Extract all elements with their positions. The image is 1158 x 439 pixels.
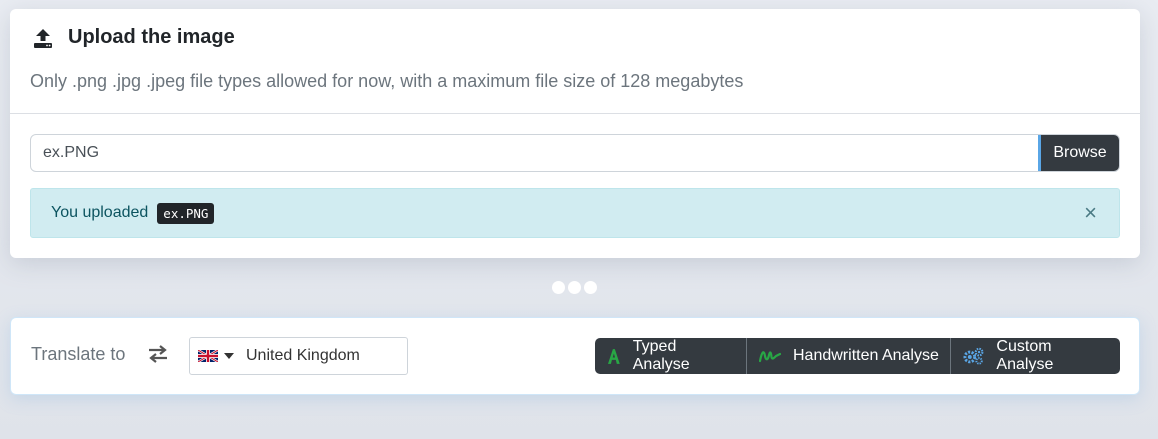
- loading-dot: [568, 281, 581, 294]
- chevron-down-icon[interactable]: [224, 353, 234, 359]
- uk-flag-icon: [198, 350, 218, 362]
- custom-analyse-label: Custom Analyse: [996, 338, 1054, 373]
- translate-card: Translate to United Kingdom Typed Analys…: [10, 317, 1140, 395]
- typed-analyse-button[interactable]: Typed Analyse: [595, 338, 746, 374]
- handwritten-analyse-label: Handwritten Analyse: [793, 347, 939, 364]
- upload-icon: [34, 28, 52, 48]
- loading-dots: [552, 281, 597, 294]
- country-select-value[interactable]: United Kingdom: [246, 347, 360, 365]
- typed-analyse-label: Typed Analyse: [632, 338, 690, 373]
- translate-label: Translate to: [31, 344, 126, 364]
- upload-title-text: Upload the image: [68, 26, 235, 48]
- uploaded-filename-badge: ex.PNG: [157, 202, 215, 224]
- upload-card: Upload the image Only .png .jpg .jpeg fi…: [10, 9, 1140, 258]
- close-icon[interactable]: ×: [1084, 202, 1097, 224]
- analyse-button-group: Typed Analyse Handwritten Analyse Custom…: [595, 338, 1120, 374]
- custom-analyse-button[interactable]: Custom Analyse: [950, 338, 1120, 374]
- file-input[interactable]: ex.PNG Browse: [30, 134, 1120, 172]
- upload-description: Only .png .jpg .jpeg file types allowed …: [30, 71, 744, 91]
- cogs-icon: [963, 347, 984, 365]
- signature-icon: [759, 351, 781, 363]
- upload-alert: You uploaded ex.PNG ×: [30, 188, 1120, 238]
- file-input-value[interactable]: ex.PNG: [31, 135, 1038, 171]
- upload-card-header: Upload the image Only .png .jpg .jpeg fi…: [10, 9, 1140, 114]
- swap-arrows-icon: [149, 345, 167, 363]
- country-select[interactable]: United Kingdom: [189, 337, 408, 375]
- loading-dot: [552, 281, 565, 294]
- alert-text: You uploaded: [51, 204, 149, 221]
- browse-button[interactable]: Browse: [1038, 135, 1119, 171]
- upload-title: Upload the image: [32, 26, 235, 49]
- loading-dot: [584, 281, 597, 294]
- letter-a-icon: [607, 349, 620, 364]
- handwritten-analyse-button[interactable]: Handwritten Analyse: [746, 338, 950, 374]
